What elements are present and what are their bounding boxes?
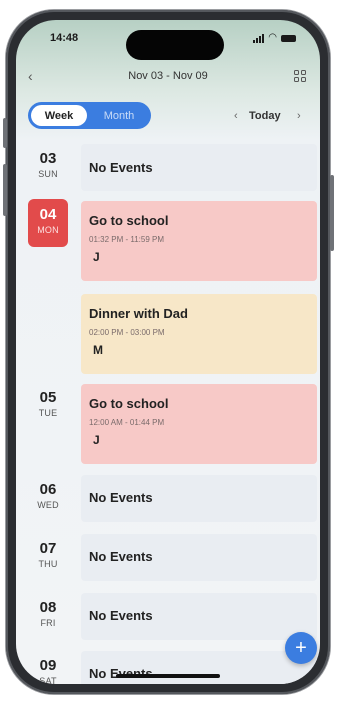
dynamic-island bbox=[126, 30, 224, 60]
event-title: Go to school bbox=[89, 213, 169, 228]
side-button bbox=[3, 118, 7, 148]
event-avatar: J bbox=[93, 250, 100, 264]
week-tab[interactable]: Week bbox=[31, 105, 87, 126]
event-avatar: J bbox=[93, 433, 100, 447]
day-number: 04 bbox=[39, 206, 57, 223]
day-weekday: THU bbox=[38, 559, 58, 569]
day-weekday: TUE bbox=[38, 408, 58, 418]
event-card[interactable]: Go to school 01:32 PM - 11:59 PM J bbox=[81, 201, 317, 281]
empty-day-card[interactable]: No Events bbox=[81, 651, 317, 684]
home-indicator[interactable] bbox=[116, 674, 220, 678]
day-number: 03 bbox=[39, 150, 57, 167]
event-title: Go to school bbox=[89, 396, 169, 411]
no-events-label: No Events bbox=[89, 160, 153, 175]
view-toggle: Week Month bbox=[28, 102, 151, 129]
day-label-03: 03 SUN bbox=[28, 150, 68, 179]
month-tab[interactable]: Month bbox=[87, 110, 151, 122]
no-events-label: No Events bbox=[89, 608, 153, 623]
day-weekday: WED bbox=[37, 500, 59, 510]
volume-button bbox=[3, 164, 7, 216]
day-number: 09 bbox=[39, 657, 57, 674]
no-events-label: No Events bbox=[89, 549, 153, 564]
signal-icon bbox=[253, 33, 265, 43]
empty-day-card[interactable]: No Events bbox=[81, 475, 317, 522]
day-weekday: SAT bbox=[39, 676, 57, 684]
day-label-07: 07 THU bbox=[28, 540, 68, 569]
event-card[interactable]: Dinner with Dad 02:00 PM - 03:00 PM M bbox=[81, 294, 317, 374]
day-weekday: SUN bbox=[38, 169, 58, 179]
previous-week-button[interactable]: ‹ bbox=[234, 110, 238, 122]
today-button[interactable]: Today bbox=[249, 110, 281, 122]
event-card[interactable]: Go to school 12:00 AM - 01:44 PM J bbox=[81, 384, 317, 464]
day-label-04-selected: 04 MON bbox=[28, 199, 68, 247]
status-time: 14:48 bbox=[50, 32, 79, 44]
empty-day-card[interactable]: No Events bbox=[81, 593, 317, 640]
day-number: 06 bbox=[39, 481, 57, 498]
day-number: 05 bbox=[39, 389, 57, 406]
event-time: 02:00 PM - 03:00 PM bbox=[89, 328, 165, 337]
power-button bbox=[330, 175, 334, 251]
no-events-label: No Events bbox=[89, 490, 153, 505]
day-label-09: 09 SAT bbox=[28, 657, 68, 684]
day-number: 08 bbox=[39, 599, 57, 616]
navigation-bar: ‹ Nov 03 - Nov 09 bbox=[16, 66, 320, 90]
date-range-title: Nov 03 - Nov 09 bbox=[128, 70, 208, 82]
next-week-button[interactable]: › bbox=[297, 110, 301, 122]
day-label-05: 05 TUE bbox=[28, 389, 68, 418]
screen: 14:48 ◠ ‹ Nov 03 - Nov 09 Week Month ‹ T… bbox=[16, 20, 320, 684]
day-weekday: MON bbox=[37, 225, 59, 235]
event-avatar: M bbox=[93, 343, 103, 357]
event-time: 12:00 AM - 01:44 PM bbox=[89, 418, 165, 427]
grid-icon[interactable] bbox=[294, 70, 306, 82]
status-icons: ◠ bbox=[253, 33, 296, 43]
battery-icon bbox=[281, 34, 296, 42]
day-label-06: 06 WED bbox=[28, 481, 68, 510]
event-time: 01:32 PM - 11:59 PM bbox=[89, 235, 164, 244]
day-label-08: 08 FRI bbox=[28, 599, 68, 628]
empty-day-card[interactable]: No Events bbox=[81, 144, 317, 191]
day-number: 07 bbox=[39, 540, 57, 557]
empty-day-card[interactable]: No Events bbox=[81, 534, 317, 581]
wifi-icon: ◠ bbox=[268, 32, 277, 43]
add-event-button[interactable]: + bbox=[285, 632, 317, 664]
day-weekday: FRI bbox=[40, 618, 56, 628]
event-title: Dinner with Dad bbox=[89, 306, 188, 321]
